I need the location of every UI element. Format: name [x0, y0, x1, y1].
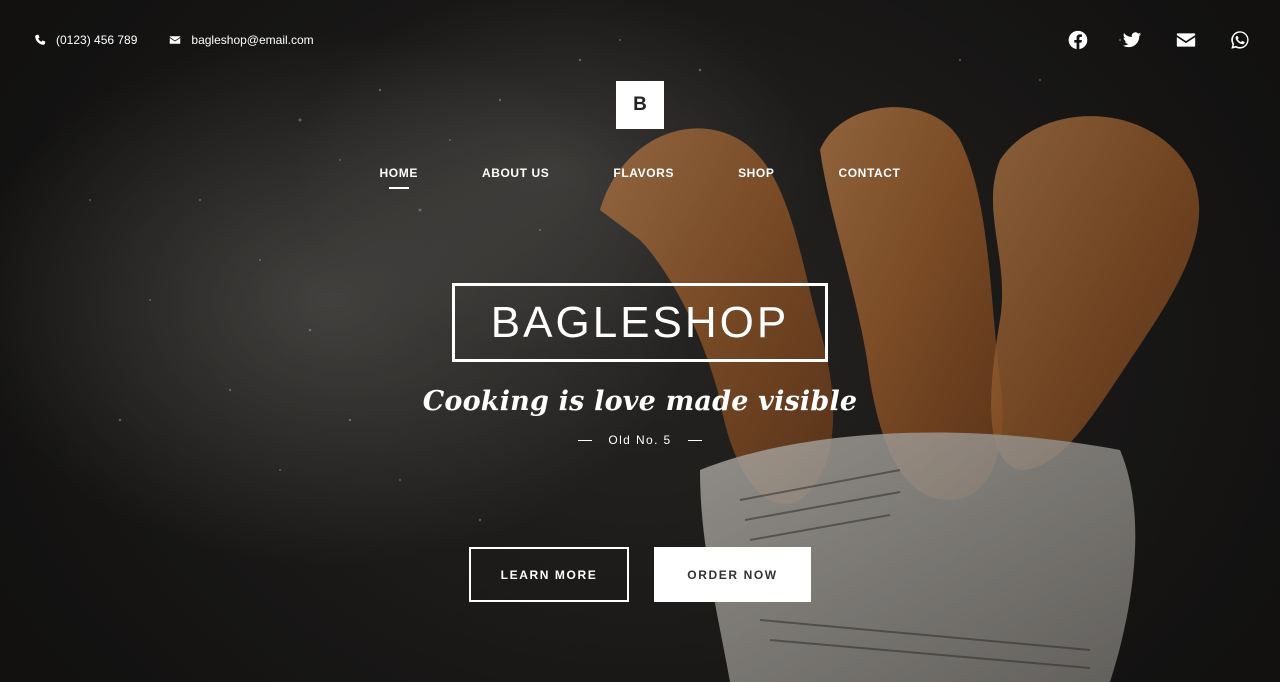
subline-text: Old No. 5 — [608, 433, 672, 447]
twitter-link[interactable] — [1122, 30, 1142, 50]
phone-icon — [35, 34, 46, 45]
whatsapp-link[interactable] — [1230, 30, 1250, 50]
email-link[interactable] — [1176, 30, 1196, 50]
top-bar: (0123) 456 789 bagleshop@email.com — [34, 30, 1250, 50]
phone-contact[interactable]: (0123) 456 789 — [34, 33, 137, 47]
subline-dash-left — [578, 439, 593, 441]
subline-dash-right — [687, 439, 702, 441]
learn-more-button[interactable]: LEARN MORE — [469, 547, 629, 602]
phone-number: (0123) 456 789 — [56, 33, 138, 47]
facebook-icon — [1068, 30, 1088, 50]
hero-subline: Old No. 5 — [0, 433, 1280, 447]
social-links — [1068, 30, 1250, 50]
nav-item-shop[interactable]: SHOP — [706, 166, 806, 180]
envelope-icon — [1176, 33, 1196, 47]
brand-box: BAGLESHOP — [452, 283, 828, 362]
email-contact[interactable]: bagleshop@email.com — [169, 33, 314, 47]
nav-item-contact[interactable]: CONTACT — [806, 166, 932, 180]
hero-tagline: Cooking is love made visible — [422, 386, 858, 417]
brand-title: BAGLESHOP — [490, 297, 790, 347]
email-address: bagleshop@email.com — [191, 33, 314, 47]
facebook-link[interactable] — [1068, 30, 1088, 50]
order-now-button[interactable]: ORDER NOW — [654, 547, 811, 602]
main-nav: HOME ABOUT US FLAVORS SHOP CONTACT — [0, 166, 1280, 180]
nav-item-flavors[interactable]: FLAVORS — [581, 166, 706, 180]
nav-item-about-us[interactable]: ABOUT US — [450, 166, 581, 180]
site-logo[interactable]: B — [616, 81, 664, 129]
whatsapp-icon — [1231, 31, 1249, 49]
twitter-icon — [1122, 32, 1142, 48]
nav-item-home[interactable]: HOME — [348, 166, 450, 180]
contact-info: (0123) 456 789 bagleshop@email.com — [34, 33, 314, 47]
envelope-icon — [170, 36, 181, 44]
